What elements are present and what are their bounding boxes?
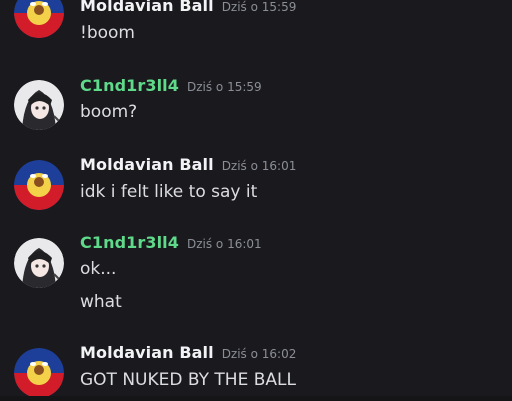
message-text: !boom xyxy=(80,23,135,43)
message-text: idk i felt like to say it xyxy=(80,182,258,202)
message-timestamp: Dziś o 16:02 xyxy=(221,347,297,361)
message-author[interactable]: Moldavian Ball xyxy=(80,343,214,362)
message-timestamp: Dziś o 15:59 xyxy=(221,0,297,14)
message-text: ok... xyxy=(80,259,117,279)
anime-girl-icon xyxy=(14,238,64,288)
message-text: what xyxy=(80,292,122,312)
anime-girl-avatar[interactable] xyxy=(14,238,64,288)
moldova-countryball-avatar[interactable] xyxy=(14,348,64,398)
moldova-countryball-icon xyxy=(14,0,64,38)
moldova-countryball-avatar[interactable] xyxy=(14,0,64,38)
message-timestamp: Dziś o 16:01 xyxy=(186,237,262,251)
message-author[interactable]: C1nd1r3ll4 xyxy=(80,76,179,95)
bottom-divider xyxy=(0,396,512,401)
message-author[interactable]: C1nd1r3ll4 xyxy=(80,233,179,252)
message-text: boom? xyxy=(80,102,138,122)
chat-message-list: Moldavian Ball Dziś o 15:59 !boom C1nd1r3… xyxy=(0,0,512,401)
moldova-countryball-avatar[interactable] xyxy=(14,160,64,210)
message-author[interactable]: Moldavian Ball xyxy=(80,0,214,15)
moldova-countryball-icon xyxy=(14,160,64,210)
moldova-countryball-icon xyxy=(14,348,64,398)
anime-girl-avatar[interactable] xyxy=(14,80,64,130)
message-timestamp: Dziś o 16:01 xyxy=(221,159,297,173)
message-timestamp: Dziś o 15:59 xyxy=(186,80,262,94)
anime-girl-icon xyxy=(14,80,64,130)
message-text: GOT NUKED BY THE BALL xyxy=(80,370,296,390)
message-author[interactable]: Moldavian Ball xyxy=(80,155,214,174)
